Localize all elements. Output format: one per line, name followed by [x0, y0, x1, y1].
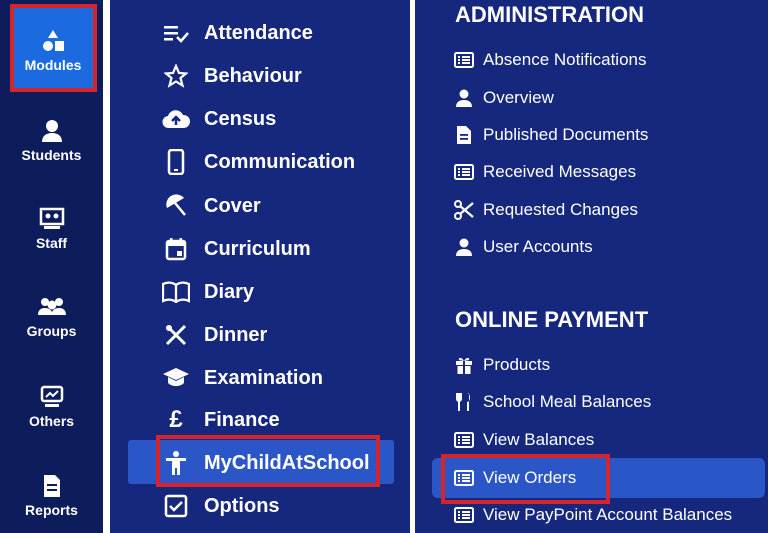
section-title-online-payment: ONLINE PAYMENT	[455, 307, 649, 332]
list-icon	[453, 467, 475, 489]
module-options[interactable]: Options	[162, 489, 280, 523]
graduation-cap-icon	[162, 364, 190, 392]
module-diary[interactable]: Diary	[162, 275, 254, 309]
rail-item-label: Staff	[35, 235, 68, 251]
submenu-label: Absence Notifications	[483, 50, 647, 69]
book-icon	[162, 278, 190, 306]
module-cover[interactable]: Cover	[162, 189, 261, 223]
list-icon	[453, 429, 475, 451]
rail-item-label: Groups	[26, 323, 77, 339]
rail-item-label: Modules	[24, 56, 82, 73]
report-icon	[42, 473, 62, 499]
module-label: Cover	[204, 194, 261, 217]
child-icon	[162, 449, 190, 477]
submenu-overview[interactable]: Overview	[453, 84, 554, 112]
cloud-upload-icon	[162, 105, 190, 133]
star-icon	[162, 62, 190, 90]
module-label: Behaviour	[204, 64, 302, 87]
rail-item-label: Reports	[25, 502, 78, 518]
submenu-list: ADMINISTRATION Absence Notifications Ove…	[415, 0, 768, 533]
module-attendance[interactable]: Attendance	[162, 16, 313, 50]
submenu-label: Published Documents	[483, 125, 649, 144]
modules-icon	[40, 28, 66, 54]
submenu-user-accounts[interactable]: User Accounts	[453, 233, 593, 261]
submenu-label: Products	[483, 355, 551, 374]
checkbox-icon	[162, 492, 190, 520]
gift-icon	[453, 354, 475, 376]
submenu-published-documents[interactable]: Published Documents	[453, 121, 648, 149]
submenu-label: Requested Changes	[483, 200, 639, 219]
submenu-view-paypoint-account-balances[interactable]: View PayPoint Account Balances	[453, 501, 732, 529]
others-icon	[39, 384, 65, 410]
staff-icon	[39, 206, 65, 232]
list-icon	[453, 504, 475, 526]
user-icon	[453, 236, 475, 258]
submenu-label: Received Messages	[483, 162, 637, 181]
module-examination[interactable]: Examination	[162, 361, 323, 395]
list-icon	[453, 161, 475, 183]
groups-icon	[37, 294, 66, 320]
module-communication[interactable]: Communication	[162, 145, 355, 179]
rail-item-label: Others	[28, 413, 75, 429]
submenu-label: Overview	[483, 88, 554, 107]
module-label: MyChildAtSchool	[204, 451, 370, 474]
modules-list: Attendance Behaviour Census Communicatio…	[110, 0, 410, 533]
module-curriculum[interactable]: Curriculum	[162, 232, 311, 266]
rail-item-label: Students	[21, 147, 82, 163]
module-label: Curriculum	[204, 237, 311, 260]
module-label: Examination	[204, 366, 323, 389]
module-label: Attendance	[204, 21, 313, 44]
module-label: Communication	[204, 150, 356, 173]
submenu-label: User Accounts	[483, 237, 593, 256]
module-label: Diary	[204, 280, 255, 303]
list-icon	[453, 49, 475, 71]
cutlery-icon	[453, 391, 475, 413]
rail-item-students[interactable]: Students	[0, 118, 103, 163]
user-icon	[453, 87, 475, 109]
scissors-icon	[453, 199, 475, 221]
module-label: Dinner	[204, 323, 268, 346]
module-label: Finance	[204, 408, 280, 431]
module-label: Options	[204, 494, 280, 517]
module-census[interactable]: Census	[162, 102, 276, 136]
submenu-label: View PayPoint Account Balances	[483, 505, 733, 524]
student-icon	[41, 118, 63, 144]
rail-item-staff[interactable]: Staff	[0, 206, 103, 251]
submenu-label: View Balances	[483, 430, 595, 449]
pound-icon: £	[169, 406, 183, 433]
module-behaviour[interactable]: Behaviour	[162, 59, 302, 93]
submenu-absence-notifications[interactable]: Absence Notifications	[453, 46, 646, 74]
rail-item-modules[interactable]: Modules	[11, 8, 95, 92]
umbrella-icon	[162, 192, 190, 220]
attendance-icon	[162, 19, 190, 47]
module-mychildatschool[interactable]: MyChildAtSchool	[162, 446, 370, 480]
utensils-icon	[162, 321, 190, 349]
submenu-school-meal-balances[interactable]: School Meal Balances	[453, 388, 651, 416]
rail-item-groups[interactable]: Groups	[0, 294, 103, 339]
submenu-requested-changes[interactable]: Requested Changes	[453, 196, 638, 224]
document-icon	[453, 124, 475, 146]
submenu-products[interactable]: Products	[453, 351, 550, 379]
module-finance[interactable]: £ Finance	[162, 403, 280, 437]
submenu-view-orders[interactable]: View Orders	[453, 464, 576, 492]
calendar-icon	[162, 235, 190, 263]
submenu-label: View Orders	[483, 468, 577, 487]
submenu-label: School Meal Balances	[483, 392, 652, 411]
submenu-received-messages[interactable]: Received Messages	[453, 158, 636, 186]
primary-rail: Modules Students Staff Groups Others Rep…	[0, 0, 103, 533]
section-title-administration: ADMINISTRATION	[455, 2, 645, 27]
module-label: Census	[204, 107, 277, 130]
submenu-view-balances[interactable]: View Balances	[453, 426, 594, 454]
module-dinner[interactable]: Dinner	[162, 318, 267, 352]
phone-icon	[162, 148, 190, 176]
rail-item-reports[interactable]: Reports	[0, 473, 103, 518]
rail-item-others[interactable]: Others	[0, 384, 103, 429]
